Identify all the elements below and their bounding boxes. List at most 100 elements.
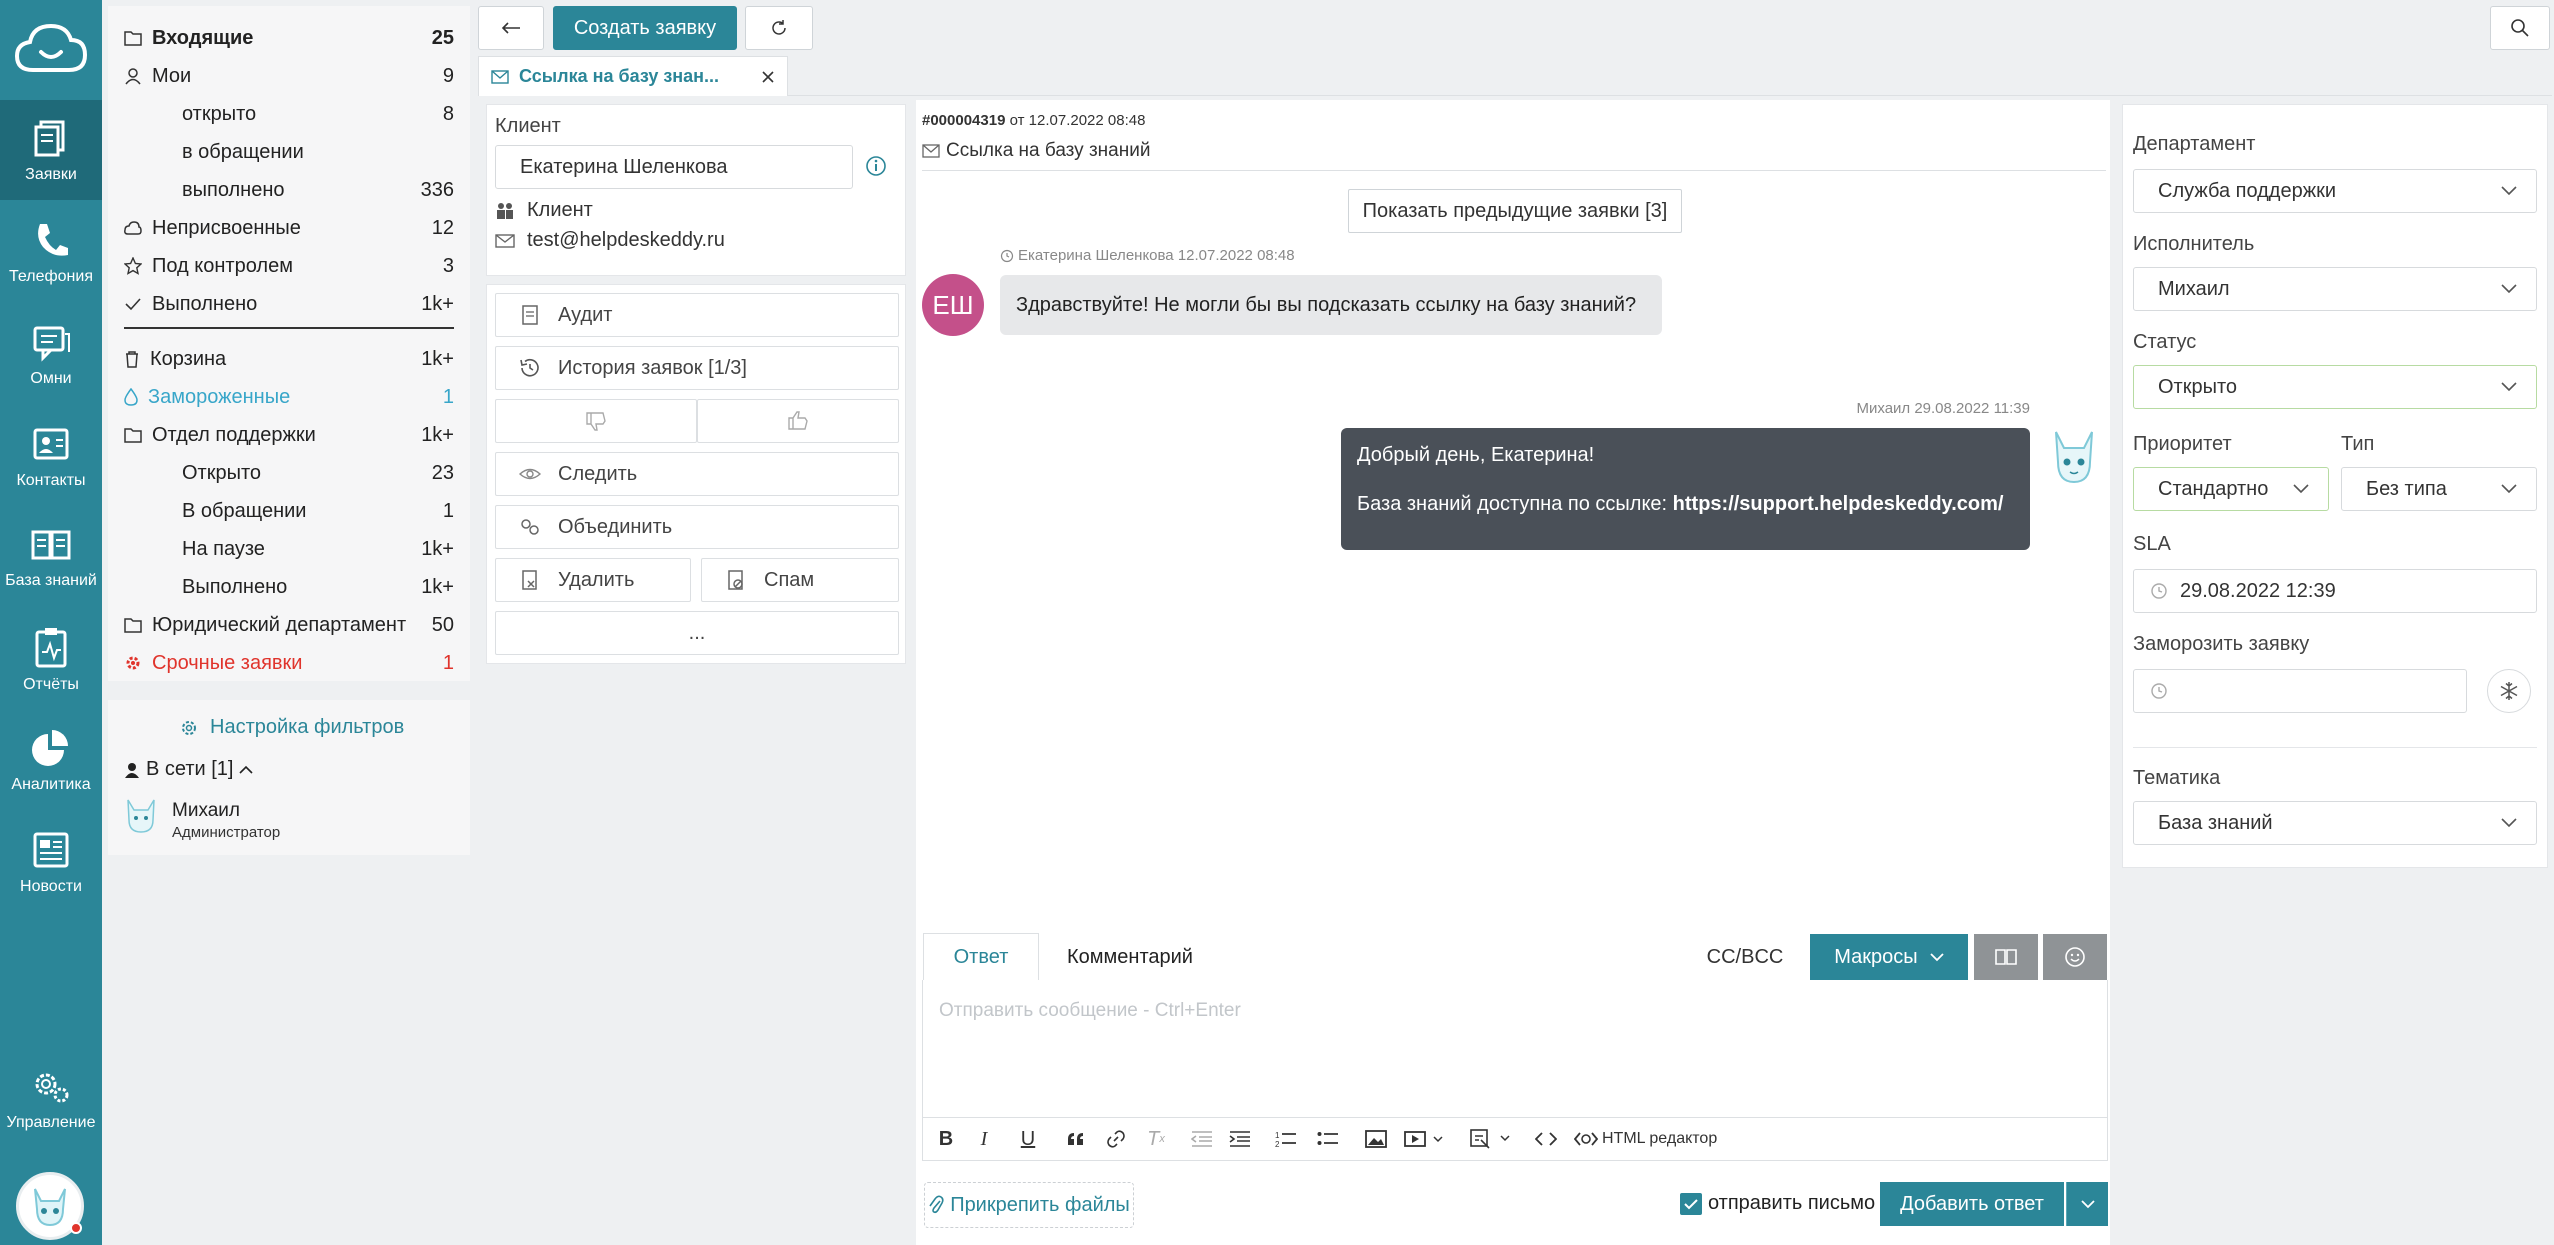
cloud-logo-icon[interactable] xyxy=(15,22,87,74)
priority-select[interactable]: Стандартно xyxy=(2133,467,2329,511)
chevron-up-icon xyxy=(239,765,254,774)
nav-omni[interactable]: Омни xyxy=(0,304,102,404)
ordered-list-icon[interactable]: 12 xyxy=(1272,1124,1300,1154)
close-icon[interactable] xyxy=(761,70,775,84)
spam-doc-icon xyxy=(728,570,743,590)
info-icon[interactable] xyxy=(865,155,887,177)
nav-news[interactable]: Новости xyxy=(0,812,102,912)
filter-settings-link[interactable]: Настройка фильтров xyxy=(180,716,404,739)
svg-text:2: 2 xyxy=(1275,1140,1280,1148)
omni-chat-icon xyxy=(33,326,70,362)
message-2-line1: Добрый день, Екатерина! xyxy=(1357,444,1595,466)
outdent-icon[interactable] xyxy=(1188,1124,1216,1154)
filter-support-in-progress[interactable]: В обращении 1 xyxy=(124,494,454,528)
refresh-button[interactable] xyxy=(745,6,813,50)
media-dropdown-icon[interactable] xyxy=(1402,1124,1448,1154)
kb-link[interactable]: https://support.helpdeskeddy.com/ xyxy=(1673,493,2004,515)
nav-telephony[interactable]: Телефония xyxy=(0,202,102,302)
filter-support-dept[interactable]: Отдел поддержки 1k+ xyxy=(124,418,454,452)
image-icon[interactable] xyxy=(1362,1124,1390,1154)
send-email-checkbox[interactable] xyxy=(1680,1192,1702,1215)
assignee-select[interactable]: Михаил xyxy=(2133,267,2537,311)
nav-reports-label: Отчёты xyxy=(23,676,79,693)
create-ticket-button[interactable]: Создать заявку xyxy=(553,6,737,50)
filter-support-paused[interactable]: На паузе 1k+ xyxy=(124,532,454,566)
topic-select[interactable]: База знаний xyxy=(2133,801,2537,845)
tab-ticket[interactable]: Ссылка на базу знан... xyxy=(478,56,788,96)
filter-support-done[interactable]: Выполнено 1k+ xyxy=(124,570,454,604)
nav-tickets[interactable]: Заявки xyxy=(0,100,102,200)
freeze-button[interactable] xyxy=(2487,669,2531,713)
online-user-name[interactable]: Михаил xyxy=(172,800,240,822)
spam-button[interactable]: Спам xyxy=(701,558,899,602)
filter-watched[interactable]: Под контролем 3 xyxy=(124,249,454,283)
italic-icon[interactable]: I xyxy=(972,1124,996,1154)
pie-chart-icon xyxy=(32,730,68,766)
underline-icon[interactable]: U xyxy=(1016,1124,1040,1154)
emoji-button[interactable] xyxy=(2043,934,2107,980)
link-icon[interactable] xyxy=(1102,1124,1130,1154)
audit-button[interactable]: Аудит xyxy=(495,293,899,337)
filter-mine-open[interactable]: открыто 8 xyxy=(124,97,454,131)
cc-bcc-link[interactable]: CC/BCC xyxy=(1690,933,1800,981)
department-select[interactable]: Служба поддержки xyxy=(2133,169,2537,213)
filter-urgent-label: Срочные заявки xyxy=(152,651,303,674)
attach-files-button[interactable]: Прикрепить файлы xyxy=(924,1182,1134,1228)
back-button[interactable] xyxy=(478,6,544,50)
filter-mine-done[interactable]: выполнено 336 xyxy=(124,173,454,207)
more-actions-button[interactable]: ... xyxy=(495,611,899,655)
filter-unassigned[interactable]: Неприсвоенные 12 xyxy=(124,211,454,245)
filter-trash[interactable]: Корзина 1k+ xyxy=(124,342,454,376)
status-select[interactable]: Открыто xyxy=(2133,365,2537,409)
nav-analytics[interactable]: Аналитика xyxy=(0,710,102,810)
bold-icon[interactable]: B xyxy=(934,1124,958,1154)
follow-button[interactable]: Следить xyxy=(495,452,899,496)
knowledge-base-insert-button[interactable] xyxy=(1974,934,2038,980)
like-button[interactable] xyxy=(697,399,899,443)
send-email-option[interactable]: отправить письмо xyxy=(1680,1192,1875,1215)
ticket-history-button[interactable]: История заявок [1/3] xyxy=(495,346,899,390)
sender-initials: ЕШ xyxy=(932,289,974,320)
filter-support-open[interactable]: Открыто 23 xyxy=(124,456,454,490)
filter-done[interactable]: Выполнено 1k+ xyxy=(124,287,454,321)
filter-urgent[interactable]: Срочные заявки 1 xyxy=(124,646,454,680)
show-previous-tickets-button[interactable]: Показать предыдущие заявки [3] xyxy=(1348,189,1682,233)
macros-button[interactable]: Макросы xyxy=(1810,934,1968,980)
filters-divider xyxy=(124,327,454,329)
quote-icon[interactable] xyxy=(1062,1124,1090,1154)
online-toggle[interactable]: В сети [1] xyxy=(124,758,254,781)
sla-field[interactable]: 29.08.2022 12:39 xyxy=(2133,569,2537,613)
filter-mine-in-progress[interactable]: в обращении xyxy=(124,135,454,169)
merge-button[interactable]: Объединить xyxy=(495,505,899,549)
indent-icon[interactable] xyxy=(1226,1124,1254,1154)
global-search-button[interactable] xyxy=(2490,6,2550,50)
code-icon[interactable] xyxy=(1532,1124,1560,1154)
link-icon xyxy=(521,519,539,535)
reply-textarea[interactable]: Отправить сообщение - Ctrl+Enter xyxy=(922,980,2108,1118)
nav-knowledge-base[interactable]: База знаний xyxy=(0,506,102,606)
clear-format-icon[interactable]: Tx xyxy=(1142,1124,1170,1154)
nav-reports[interactable]: Отчёты xyxy=(0,608,102,708)
filter-frozen[interactable]: Замороженные 1 xyxy=(124,380,454,414)
show-previous-label: Показать предыдущие заявки [3] xyxy=(1362,199,1668,222)
tab-reply[interactable]: Ответ xyxy=(923,933,1039,981)
dislike-button[interactable] xyxy=(495,399,697,443)
add-reply-button[interactable]: Добавить ответ xyxy=(1880,1182,2064,1226)
delete-button[interactable]: Удалить xyxy=(495,558,691,602)
add-reply-dropdown[interactable] xyxy=(2066,1182,2108,1226)
template-dropdown-icon[interactable] xyxy=(1468,1124,1518,1154)
filter-inbox[interactable]: Входящие 25 xyxy=(124,21,454,55)
nav-contacts[interactable]: Контакты xyxy=(0,406,102,506)
filter-support-done-count: 1k+ xyxy=(421,575,454,598)
nav-settings[interactable]: Управление xyxy=(0,1048,102,1148)
tab-comment[interactable]: Комментарий xyxy=(1040,933,1220,981)
filter-mine[interactable]: Мои 9 xyxy=(124,59,454,93)
html-editor-button[interactable]: HTML редактор xyxy=(1574,1124,1724,1154)
client-panel: Клиент Екатерина Шеленкова Клиент test@h… xyxy=(486,104,906,276)
client-email[interactable]: test@helpdeskeddy.ru xyxy=(495,229,725,252)
bullet-list-icon[interactable] xyxy=(1314,1124,1342,1154)
filter-legal-dept[interactable]: Юридический департамент 50 xyxy=(124,608,454,642)
client-name-field[interactable]: Екатерина Шеленкова xyxy=(495,145,853,189)
freeze-datetime-field[interactable] xyxy=(2133,669,2467,713)
type-select[interactable]: Без типа xyxy=(2341,467,2537,511)
